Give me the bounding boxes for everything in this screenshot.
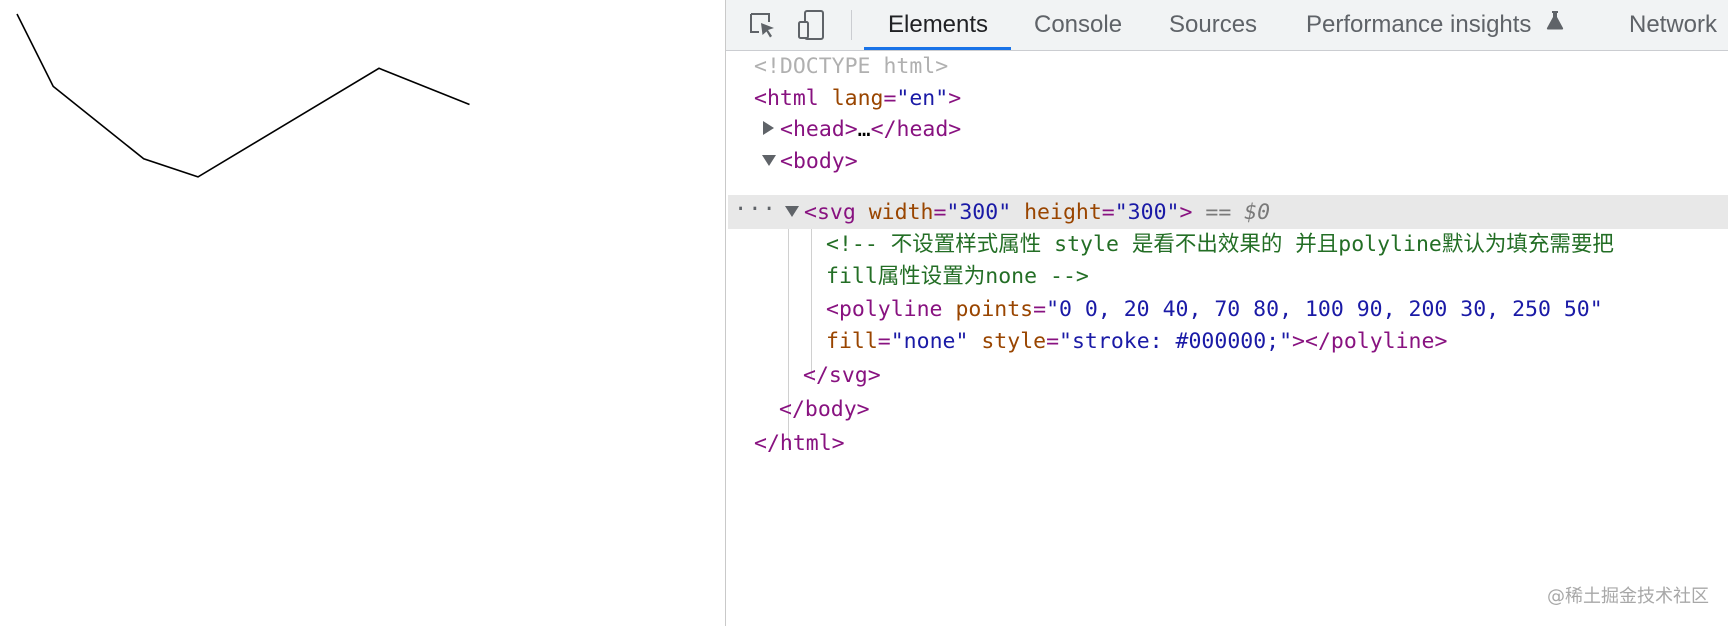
flask-icon — [1546, 0, 1564, 48]
active-tab-indicator — [864, 47, 1011, 50]
collapse-arrow-body-icon[interactable] — [762, 155, 776, 166]
tree-node-doctype[interactable]: <!DOCTYPE html> — [754, 51, 948, 83]
tab-network[interactable]: Network — [1629, 0, 1717, 50]
tree-node-html-close[interactable]: </html> — [754, 428, 845, 460]
svg-height-attr: height — [1024, 200, 1102, 225]
equals-sign: = — [883, 86, 897, 111]
html-open-tag: <html — [754, 86, 819, 111]
tree-node-comment[interactable]: <!-- 不设置样式属性 style 是看不出效果的 并且polyline默认为… — [826, 229, 1614, 261]
equals-sign: = — [933, 200, 947, 225]
svg-open-tag: <svg — [804, 200, 856, 225]
page-viewport — [0, 0, 725, 626]
selected-marker: == — [1205, 200, 1232, 225]
equals-sign: = — [1046, 329, 1060, 354]
body-close-tag: </body> — [779, 397, 870, 422]
head-ellipsis: … — [857, 117, 871, 142]
body-open-tag: <body> — [780, 149, 858, 174]
equals-sign: = — [1033, 297, 1047, 322]
html-close-tag: </html> — [754, 431, 845, 456]
tree-node-head[interactable]: <head>…</head> — [780, 114, 961, 146]
tab-performance-insights[interactable]: Performance insights — [1306, 0, 1564, 50]
tree-node-svg[interactable]: <svg width="300" height="300"> == $0 — [804, 197, 1270, 229]
equals-sign: = — [1101, 200, 1115, 225]
selected-var: $0 — [1244, 200, 1271, 225]
tab-console-label: Console — [1034, 11, 1123, 38]
screenshot: Elements Console Sources Performance ins… — [0, 0, 1728, 626]
polyline-close-tag: </polyline> — [1305, 329, 1448, 354]
device-toolbar-icon[interactable] — [796, 9, 828, 41]
watermark: @稀土掘金技术社区 — [1547, 586, 1709, 607]
tag-close-bracket: > — [1179, 200, 1193, 225]
comment-line-2: fill属性设置为none --> — [826, 264, 1089, 289]
svg-close-tag: </svg> — [803, 363, 881, 388]
polyline-points-attr: points — [955, 297, 1034, 322]
tree-node-html[interactable]: <html lang="en"> — [754, 83, 961, 115]
tree-guide-line — [811, 229, 812, 377]
tab-elements-label: Elements — [888, 11, 989, 38]
polyline-style-attr: style — [981, 329, 1047, 354]
head-open-tag: <head> — [780, 117, 858, 142]
tree-node-body[interactable]: <body> — [780, 146, 858, 178]
expand-arrow-head-icon[interactable] — [763, 121, 774, 135]
tab-console[interactable]: Console — [1034, 0, 1122, 50]
tab-sources[interactable]: Sources — [1169, 0, 1257, 50]
tab-network-label: Network — [1629, 11, 1718, 38]
tree-node-body-close[interactable]: </body> — [779, 394, 870, 426]
polyline-fill-value: "none" — [890, 329, 969, 354]
comment-line-1: <!-- 不设置样式属性 style 是看不出效果的 并且polyline默认为… — [826, 232, 1614, 257]
element-picker-icon[interactable] — [746, 9, 778, 41]
svg-width-attr: width — [868, 200, 934, 225]
toolbar-separator — [851, 10, 852, 40]
polyline-fill-attr: fill — [826, 329, 878, 354]
polyline-points-value: "0 0, 20 40, 70 80, 100 90, 200 30, 250 … — [1046, 297, 1603, 322]
tree-node-polyline[interactable]: <polyline points="0 0, 20 40, 70 80, 100… — [826, 294, 1603, 326]
rendered-polyline — [16, 13, 470, 178]
html-lang-attr: lang — [831, 86, 884, 111]
node-actions-menu-icon[interactable]: ··· — [734, 195, 777, 229]
dom-tree: ··· <!DOCTYPE html> <html lang="en"> <he… — [726, 51, 1728, 626]
tab-sources-label: Sources — [1169, 11, 1258, 38]
devtools-toolbar: Elements Console Sources Performance ins… — [726, 0, 1728, 51]
tree-node-svg-close[interactable]: </svg> — [803, 360, 881, 392]
polyline-open-tag: <polyline — [826, 297, 943, 322]
tag-close-bracket: > — [948, 86, 962, 111]
tag-close-bracket: > — [1292, 329, 1305, 354]
rendered-svg — [16, 13, 470, 178]
head-close-tag: </head> — [870, 117, 962, 142]
svg-width-value: "300" — [946, 200, 1012, 225]
tab-performance-insights-label: Performance insights — [1306, 11, 1532, 38]
tree-node-polyline-cont[interactable]: fill="none" style="stroke: #000000;"></p… — [826, 326, 1447, 358]
doctype-text: <!DOCTYPE html> — [754, 54, 949, 79]
equals-sign: = — [877, 329, 891, 354]
collapse-arrow-svg-icon[interactable] — [785, 206, 799, 217]
html-lang-value: "en" — [896, 86, 949, 111]
devtools-panel: Elements Console Sources Performance ins… — [725, 0, 1728, 626]
tab-elements[interactable]: Elements — [888, 0, 988, 50]
tree-node-comment-cont[interactable]: fill属性设置为none --> — [826, 261, 1089, 293]
polyline-style-value: "stroke: #000000;" — [1059, 329, 1293, 354]
svg-height-value: "300" — [1114, 200, 1180, 225]
